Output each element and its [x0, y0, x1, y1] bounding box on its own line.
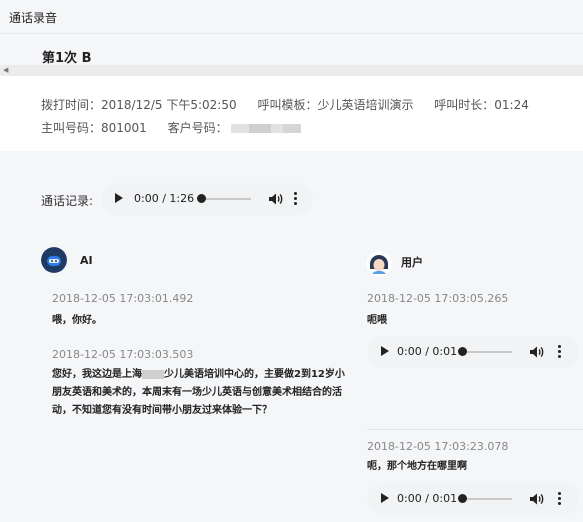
more-options-icon[interactable]: [294, 192, 297, 206]
ai-message-2-timestamp: 2018-12-05 17:03:03.503: [52, 348, 194, 361]
user-message-2-audio-player[interactable]: 0:00 / 0:01: [367, 483, 579, 515]
volume-icon[interactable]: [529, 345, 544, 359]
message-divider: [367, 429, 583, 430]
ai-message-2-line-3: 动，不知道您有没有时间带小朋友过来体验一下？: [52, 405, 272, 416]
user-message-1-timestamp: 2018-12-05 17:03:05.265: [367, 292, 509, 305]
user-message-1-progress-bar[interactable]: [462, 351, 512, 353]
ai-avatar-icon: [41, 247, 67, 273]
ai-message-2-text: 您好，我这边是上海 少儿美语培训中心的，主要做2到12岁小 朋友英语和美术的，本周…: [52, 366, 362, 420]
recording-audio-player[interactable]: 0:00 / 1:26: [101, 183, 313, 215]
user-message-1-progress-knob[interactable]: [458, 347, 467, 356]
recording-label: 通话记录:: [41, 194, 94, 208]
dial-time: 拨打时间：2018/12/5 下午5:02:50: [41, 98, 237, 112]
call-duration: 呼叫时长：01:24: [434, 98, 529, 112]
play-icon[interactable]: [381, 493, 389, 503]
customer-number-masked: [231, 124, 302, 133]
call-info-row-1: 拨打时间：2018/12/5 下午5:02:50 呼叫模板：少儿英语培训演示 呼…: [41, 96, 529, 113]
more-options-icon[interactable]: [558, 345, 561, 359]
horizontal-scrollbar[interactable]: ◀: [0, 65, 583, 76]
user-avatar-icon: [366, 251, 392, 277]
recording-time: 0:00 / 1:26: [134, 192, 195, 205]
panel-title: 通话录音: [9, 11, 58, 25]
ai-message-1-timestamp: 2018-12-05 17:03:01.492: [52, 292, 194, 305]
redacted-text: [142, 369, 164, 379]
user-message-1-text: 呃喂: [367, 315, 387, 326]
scroll-left-icon[interactable]: ◀: [3, 66, 8, 74]
user-message-1-audio-time: 0:00 / 0:01: [397, 345, 458, 358]
more-options-icon[interactable]: [558, 492, 561, 506]
call-info-row-2: 主叫号码：801001 客户号码：: [41, 119, 302, 136]
customer-number-label: 客户号码：: [167, 121, 228, 135]
volume-icon[interactable]: [529, 492, 544, 506]
recording-progress-bar[interactable]: [201, 198, 251, 200]
user-speaker-name: 用户: [401, 256, 423, 269]
caller-number: 主叫号码：801001: [41, 121, 147, 135]
user-message-2-progress-bar[interactable]: [462, 498, 512, 500]
user-message-2-audio-time: 0:00 / 0:01: [397, 492, 458, 505]
call-info-card: 拨打时间：2018/12/5 下午5:02:50 呼叫模板：少儿英语培训演示 呼…: [0, 76, 583, 151]
play-icon[interactable]: [381, 346, 389, 356]
user-message-2-timestamp: 2018-12-05 17:03:23.078: [367, 440, 509, 453]
call-template: 呼叫模板：少儿英语培训演示: [257, 98, 414, 112]
ai-message-1-text: 喂，你好。: [52, 315, 102, 326]
ai-message-2-line-2: 朋友英语和美术的，本周末有一场少儿英语与创意美术相结合的活: [52, 387, 342, 398]
ai-message-2-line-1a: 您好，我这边是上海: [52, 369, 142, 380]
conversation-area: 通话记录: 0:00 / 1:26 AI 2018-12-05 17:03:01…: [0, 151, 583, 522]
panel-header: 通话录音: [0, 0, 583, 34]
recording-progress-knob[interactable]: [197, 194, 206, 203]
ai-message-2-line-1b: 少儿美语培训中心的，主要做2到12岁小: [164, 369, 345, 380]
user-message-1-audio-player[interactable]: 0:00 / 0:01: [367, 336, 579, 368]
play-icon[interactable]: [115, 193, 123, 203]
user-message-2-text: 呃，那个地方在哪里啊: [367, 461, 467, 472]
user-message-2-progress-knob[interactable]: [458, 494, 467, 503]
volume-icon[interactable]: [268, 192, 283, 206]
ai-speaker-name: AI: [80, 254, 93, 267]
